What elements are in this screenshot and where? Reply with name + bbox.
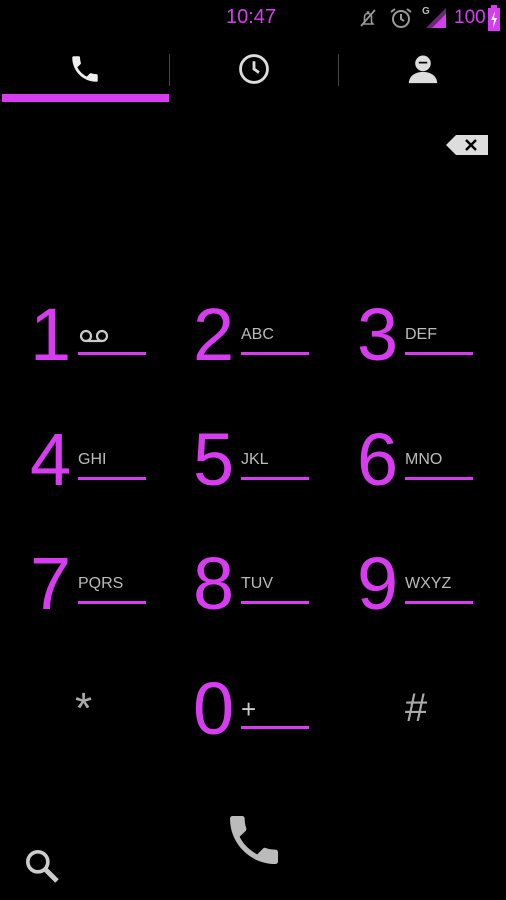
key-1[interactable]: 1 bbox=[30, 298, 180, 398]
battery-icon bbox=[488, 5, 500, 36]
battery-level: 100 bbox=[454, 7, 486, 28]
key-digit: 9 bbox=[357, 542, 399, 625]
key-underline bbox=[241, 601, 309, 604]
search-button[interactable] bbox=[22, 846, 62, 886]
key-digit: 0 bbox=[193, 667, 235, 750]
key-digit: 4 bbox=[30, 418, 72, 501]
key-digit: 6 bbox=[357, 418, 399, 501]
key-letters: PQRS bbox=[78, 575, 124, 592]
key-digit: # bbox=[405, 686, 428, 730]
call-button[interactable] bbox=[222, 808, 286, 872]
signal-icon: G bbox=[422, 4, 448, 35]
key-7[interactable]: 7 PQRS bbox=[30, 547, 180, 647]
backspace-icon bbox=[446, 135, 488, 161]
key-8[interactable]: 8 TUV bbox=[193, 547, 343, 647]
key-digit: 5 bbox=[193, 418, 235, 501]
voicemail-icon bbox=[78, 328, 110, 349]
key-4[interactable]: 4 GHI bbox=[30, 423, 180, 523]
key-letters: DEF bbox=[405, 326, 437, 343]
phone-icon bbox=[68, 52, 102, 91]
alarm-icon bbox=[388, 6, 414, 35]
key-underline bbox=[241, 352, 309, 355]
key-digit: 8 bbox=[193, 542, 235, 625]
key-letters: MNO bbox=[405, 451, 443, 468]
key-6[interactable]: 6 MNO bbox=[357, 423, 506, 523]
key-9[interactable]: 9 WXYZ bbox=[357, 547, 506, 647]
status-bar: 10:47 G 100 bbox=[0, 0, 506, 36]
selected-tab-indicator bbox=[2, 94, 169, 102]
key-underline bbox=[78, 601, 146, 604]
key-digit: 2 bbox=[193, 293, 235, 376]
key-underline bbox=[405, 601, 473, 604]
key-underline bbox=[241, 477, 309, 480]
key-underline bbox=[241, 726, 309, 729]
key-underline bbox=[78, 477, 146, 480]
key-0[interactable]: 0 + bbox=[193, 672, 343, 772]
status-time: 10:47 bbox=[226, 6, 277, 28]
clock-icon bbox=[237, 52, 271, 91]
key-letters: ABC bbox=[241, 326, 274, 343]
network-type-label: G bbox=[422, 6, 430, 17]
key-letters: + bbox=[241, 694, 257, 724]
key-3[interactable]: 3 DEF bbox=[357, 298, 506, 398]
mute-icon bbox=[356, 6, 380, 35]
key-hash[interactable]: # bbox=[357, 672, 506, 772]
key-star[interactable]: * bbox=[30, 672, 180, 772]
key-underline bbox=[405, 352, 473, 355]
key-letters: JKL bbox=[241, 451, 269, 468]
key-digit: * bbox=[75, 684, 93, 733]
key-letters: TUV bbox=[241, 575, 273, 592]
phone-icon bbox=[222, 816, 286, 876]
contact-icon bbox=[406, 52, 440, 91]
tab-call-log[interactable] bbox=[170, 38, 338, 104]
key-5[interactable]: 5 JKL bbox=[193, 423, 343, 523]
key-underline bbox=[78, 352, 146, 355]
key-digit: 1 bbox=[30, 293, 72, 376]
key-letters: WXYZ bbox=[405, 575, 452, 592]
key-digit: 3 bbox=[357, 293, 399, 376]
key-digit: 7 bbox=[30, 542, 72, 625]
key-letters: GHI bbox=[78, 451, 107, 468]
tab-contacts[interactable] bbox=[339, 38, 506, 104]
key-2[interactable]: 2 ABC bbox=[193, 298, 343, 398]
key-underline bbox=[405, 477, 473, 480]
search-icon bbox=[22, 850, 62, 890]
backspace-button[interactable] bbox=[446, 133, 488, 157]
